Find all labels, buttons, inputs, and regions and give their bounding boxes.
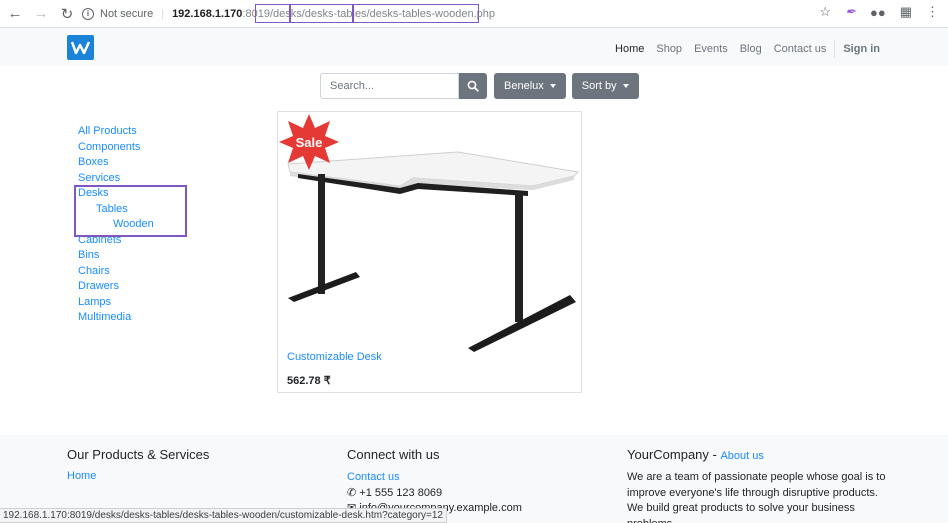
sort-dropdown[interactable]: Sort by <box>571 73 639 99</box>
pen-extension-icon[interactable]: ✒ <box>845 4 856 20</box>
bookmark-star-icon[interactable]: ☆ <box>819 4 831 20</box>
footer-contact-link[interactable]: Contact us <box>347 471 400 483</box>
footer-connect-column: Connect with us Contact us ✆ +1 555 123 … <box>347 447 522 517</box>
footer-products-title: Our Products & Services <box>67 447 210 462</box>
category-item: Multimedia <box>78 310 154 326</box>
url-host: 192.168.1.170 <box>172 8 243 20</box>
category-item: Lamps <box>78 295 154 311</box>
sale-badge-label: Sale <box>296 135 323 150</box>
search-icon <box>467 80 479 92</box>
back-arrow-icon[interactable]: ← <box>4 3 26 25</box>
search-toolbar: Benelux Sort by <box>320 73 639 99</box>
pricelist-dropdown[interactable]: Benelux <box>494 73 566 99</box>
footer-about-link[interactable]: About us <box>720 450 763 462</box>
search-button[interactable] <box>459 73 487 99</box>
pricelist-label: Benelux <box>504 80 544 92</box>
category-chairs[interactable]: Chairs <box>78 265 110 277</box>
category-drawers[interactable]: Drawers <box>78 280 119 292</box>
footer-home-link[interactable]: Home <box>67 470 96 482</box>
category-item: Boxes <box>78 155 154 171</box>
product-name-link[interactable]: Customizable Desk <box>287 351 382 363</box>
company-logo[interactable] <box>67 35 94 60</box>
phone-icon: ✆ <box>347 486 357 499</box>
nav-shop[interactable]: Shop <box>656 43 682 55</box>
nav-divider <box>834 40 836 58</box>
category-item: Services <box>78 171 154 187</box>
product-card[interactable]: Sale Customizable Desk 562.78 ₹ <box>277 111 582 393</box>
reload-icon[interactable]: ↻ <box>56 3 78 25</box>
footer-company-title: YourCompany - About us <box>627 447 764 462</box>
security-label: Not secure <box>100 8 154 20</box>
url-divider: | <box>161 8 165 20</box>
category-item: Chairs <box>78 264 154 280</box>
menu-kebab-icon[interactable]: ⋮ <box>926 4 939 20</box>
category-components[interactable]: Components <box>78 141 140 153</box>
footer-company-column: YourCompany - About us We are a team of … <box>627 447 897 523</box>
url-highlight-wooden <box>353 4 479 23</box>
extension-grid-icon[interactable]: ▦ <box>900 4 912 20</box>
main-nav: Home Shop Events Blog Contact us Sign in <box>603 40 880 58</box>
category-boxes[interactable]: Boxes <box>78 156 109 168</box>
category-item: All Products <box>78 124 154 140</box>
url-highlight-tables <box>290 4 353 23</box>
category-highlight-box <box>74 185 187 237</box>
nav-blog[interactable]: Blog <box>740 43 762 55</box>
info-icon[interactable]: i <box>82 8 94 20</box>
site-header: Home Shop Events Blog Contact us Sign in <box>0 28 948 66</box>
browser-toolbar: ← → ↻ i Not secure | 192.168.1.170 :8019… <box>0 0 948 28</box>
browser-status-bar: 192.168.1.170:8019/desks/desks-tables/de… <box>0 508 447 523</box>
category-item: Drawers <box>78 279 154 295</box>
footer-about-text: We are a team of passionate people whose… <box>627 471 886 523</box>
nav-contact-us[interactable]: Contact us <box>774 43 827 55</box>
phone-number: +1 555 123 8069 <box>359 486 443 499</box>
incognito-extension-icon[interactable]: ●● <box>870 5 886 20</box>
category-bins[interactable]: Bins <box>78 249 99 261</box>
product-image[interactable]: Sale <box>278 112 583 352</box>
product-price: 562.78 ₹ <box>287 375 331 387</box>
nav-home[interactable]: Home <box>615 43 644 55</box>
sign-in-link[interactable]: Sign in <box>843 43 880 55</box>
caret-down-icon <box>549 84 556 88</box>
category-services[interactable]: Services <box>78 172 120 184</box>
logo-mark-icon <box>70 41 91 55</box>
caret-down-icon <box>622 84 629 88</box>
footer-connect-title: Connect with us <box>347 447 440 462</box>
forward-arrow-icon[interactable]: → <box>30 3 52 25</box>
category-all-products[interactable]: All Products <box>78 125 137 137</box>
sort-label: Sort by <box>581 80 617 92</box>
footer-phone: ✆ +1 555 123 8069 <box>347 486 522 502</box>
category-lamps[interactable]: Lamps <box>78 296 111 308</box>
category-item: Components <box>78 140 154 156</box>
nav-events[interactable]: Events <box>694 43 728 55</box>
url-highlight-desks <box>255 4 290 23</box>
search-input[interactable] <box>320 73 459 99</box>
category-item: Bins <box>78 248 154 264</box>
footer-products-column: Our Products & Services Home <box>67 447 209 482</box>
category-multimedia[interactable]: Multimedia <box>78 311 131 323</box>
